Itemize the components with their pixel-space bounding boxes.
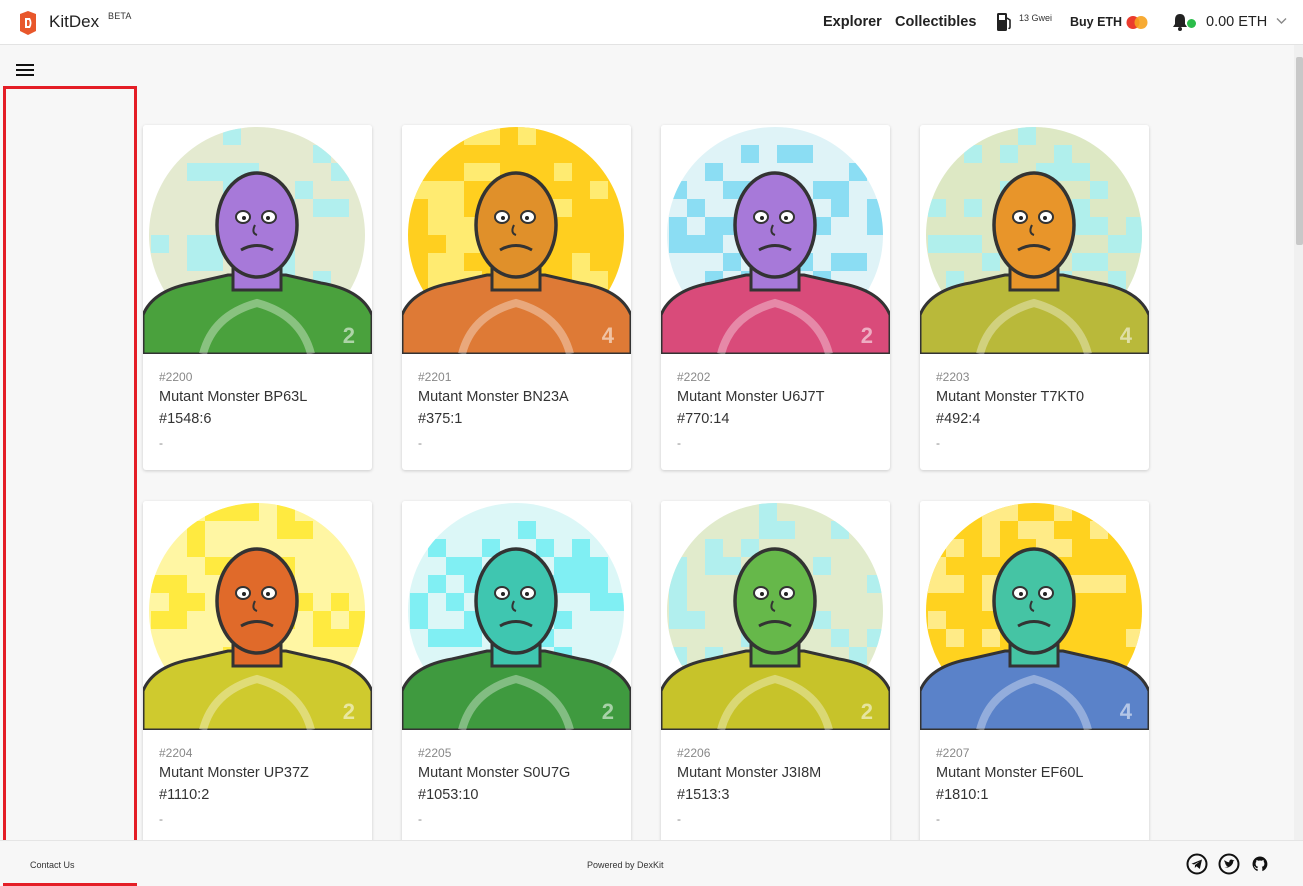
card-subtitle: #1513:3: [677, 787, 730, 803]
card-price: -: [418, 436, 422, 450]
sidebar-highlight-box: [3, 86, 137, 886]
card-subtitle: #1110:2: [159, 787, 210, 803]
collectible-card[interactable]: 4 #2201 Mutant Monster BN23A #375:1 -: [402, 125, 631, 470]
nav-collectibles[interactable]: Collectibles: [895, 14, 976, 30]
beta-badge: BETA: [108, 11, 132, 21]
card-subtitle: #1548:6: [159, 411, 212, 427]
card-price: -: [677, 436, 681, 450]
connection-status-dot: [1187, 19, 1196, 28]
card-price: -: [677, 812, 681, 826]
card-token-number: #2207: [936, 746, 970, 760]
card-subtitle: #492:4: [936, 411, 981, 427]
svg-text:2: 2: [861, 323, 873, 348]
card-subtitle: #1810:1: [936, 787, 989, 803]
wallet-balance[interactable]: 0.00 ETH: [1206, 14, 1267, 30]
collectible-card[interactable]: 4 #2203 Mutant Monster T7KT0 #492:4 -: [920, 125, 1149, 470]
telegram-icon[interactable]: [1186, 853, 1208, 875]
collectible-card[interactable]: 2 #2204 Mutant Monster UP37Z #1110:2 -: [143, 501, 372, 846]
collectible-image[interactable]: 2: [661, 501, 890, 730]
collectible-card[interactable]: 2 #2202 Mutant Monster U6J7T #770:14 -: [661, 125, 890, 470]
svg-text:2: 2: [602, 699, 614, 724]
card-token-number: #2204: [159, 746, 193, 760]
card-token-number: #2203: [936, 370, 970, 384]
card-price: -: [936, 436, 940, 450]
svg-text:4: 4: [1120, 323, 1133, 348]
card-title: Mutant Monster T7KT0: [936, 389, 1085, 405]
svg-text:2: 2: [861, 699, 873, 724]
buy-eth-button[interactable]: Buy ETH: [1070, 15, 1122, 29]
card-token-number: #2205: [418, 746, 452, 760]
collectible-image[interactable]: 2: [143, 501, 372, 730]
scrollbar-thumb[interactable]: [1296, 57, 1303, 245]
svg-text:4: 4: [602, 323, 615, 348]
collectible-image[interactable]: 2: [661, 125, 890, 354]
twitter-icon[interactable]: [1218, 853, 1240, 875]
svg-text:2: 2: [343, 323, 355, 348]
card-price: -: [936, 812, 940, 826]
card-price: -: [159, 812, 163, 826]
brand-name[interactable]: KitDex: [49, 12, 99, 32]
collectible-image[interactable]: 4: [402, 125, 631, 354]
collectible-image[interactable]: 4: [920, 501, 1149, 730]
card-subtitle: #1053:10: [418, 787, 479, 803]
card-title: Mutant Monster J3I8M: [677, 765, 822, 781]
github-icon[interactable]: [1251, 855, 1269, 873]
card-token-number: #2206: [677, 746, 711, 760]
card-token-number: #2202: [677, 370, 711, 384]
footer: Contact Us Powered by DexKit: [0, 840, 1303, 883]
card-token-number: #2200: [159, 370, 193, 384]
card-price: -: [159, 436, 163, 450]
card-subtitle: #375:1: [418, 411, 463, 427]
svg-text:2: 2: [343, 699, 355, 724]
hamburger-menu-icon[interactable]: [16, 63, 34, 77]
collectible-image[interactable]: 2: [402, 501, 631, 730]
top-app-bar: KitDex BETA Explorer Collectibles 13 Gwe…: [0, 0, 1303, 45]
collectible-card[interactable]: 2 #2205 Mutant Monster S0U7G #1053:10 -: [402, 501, 631, 846]
card-token-number: #2201: [418, 370, 452, 384]
collectible-card[interactable]: 2 #2206 Mutant Monster J3I8M #1513:3 -: [661, 501, 890, 846]
chevron-down-icon[interactable]: [1276, 17, 1287, 25]
collectible-card[interactable]: 2 #2200 Mutant Monster BP63L #1548:6 -: [143, 125, 372, 470]
kitdex-logo-icon[interactable]: [18, 10, 38, 36]
nav-explorer[interactable]: Explorer: [823, 14, 882, 30]
card-title: Mutant Monster U6J7T: [677, 389, 825, 405]
powered-by-text: Powered by DexKit: [587, 860, 664, 870]
contact-us-link[interactable]: Contact Us: [30, 860, 75, 870]
card-title: Mutant Monster BN23A: [418, 389, 569, 405]
svg-text:4: 4: [1120, 699, 1133, 724]
collectible-image[interactable]: 4: [920, 125, 1149, 354]
gas-price: 13 Gwei: [1019, 13, 1053, 23]
gas-pump-icon[interactable]: [996, 12, 1012, 32]
collectible-image[interactable]: 2: [143, 125, 372, 354]
card-title: Mutant Monster S0U7G: [418, 765, 571, 781]
card-title: Mutant Monster UP37Z: [159, 765, 309, 781]
card-title: Mutant Monster EF60L: [936, 765, 1084, 781]
card-subtitle: #770:14: [677, 411, 730, 427]
collectible-card[interactable]: 4 #2207 Mutant Monster EF60L #1810:1 -: [920, 501, 1149, 846]
mastercard-icon[interactable]: [1125, 15, 1149, 30]
notification-bell-icon[interactable]: [1172, 13, 1188, 31]
card-price: -: [418, 812, 422, 826]
card-title: Mutant Monster BP63L: [159, 389, 308, 405]
